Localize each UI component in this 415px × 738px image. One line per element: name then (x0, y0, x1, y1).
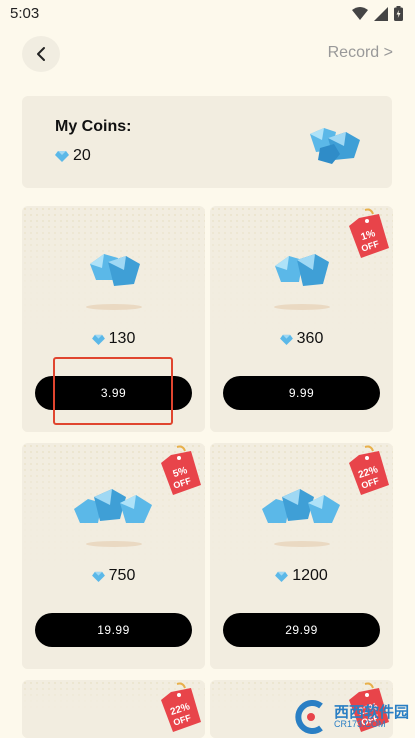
my-coins-title: My Coins: (55, 118, 132, 135)
pack-amount: 360 (210, 330, 393, 348)
discount-tag-icon: 5% OFF (161, 445, 201, 495)
my-coins-value: 20 (73, 147, 91, 164)
my-coins-card: My Coins: 20 (22, 96, 392, 188)
buy-button-price[interactable]: 29.99 (223, 613, 380, 647)
discount-tag-icon: 22% OFF (349, 445, 389, 495)
watermark-logo-icon (295, 700, 323, 734)
gem-pile-icon (274, 254, 329, 286)
pack-amount-value: 130 (108, 330, 136, 347)
signal-icon (374, 6, 388, 21)
discount-tag-icon: 1% OFF (349, 208, 389, 258)
coin-pack-card[interactable]: 360 9.99 1% OFF (210, 206, 393, 432)
buy-button-price[interactable]: 19.99 (35, 613, 192, 647)
battery-icon (394, 6, 403, 21)
pack-amount-value: 1200 (292, 567, 328, 584)
watermark: 西西软件园 CR173.COM (291, 700, 409, 734)
coin-pack-card[interactable]: 22% OFF (22, 680, 205, 738)
buy-button-price[interactable]: 9.99 (223, 376, 380, 410)
gem-icon (279, 334, 293, 345)
chevron-left-icon (37, 47, 45, 61)
gem-pile-icon (89, 254, 140, 286)
coin-pack-card[interactable]: 1200 29.99 22% OFF (210, 443, 393, 669)
watermark-domain: CR173.COM (333, 719, 386, 729)
gem-icon (91, 571, 105, 582)
highlight-annotation (53, 357, 173, 425)
pack-amount: 130 (22, 330, 205, 348)
status-bar: 5:03 (0, 0, 415, 30)
back-button[interactable] (22, 36, 60, 72)
gem-pile-icon (73, 489, 152, 523)
wifi-icon (352, 6, 368, 20)
pack-amount: 750 (22, 567, 205, 585)
my-coins-balance: 20 (55, 147, 91, 165)
record-link[interactable]: Record > (328, 44, 393, 62)
status-time: 5:03 (10, 5, 40, 22)
coin-pack-card[interactable]: 750 19.99 5% OFF (22, 443, 205, 669)
gem-icon (275, 571, 289, 582)
gem-icon (91, 334, 105, 345)
gem-pile-icon (261, 489, 340, 523)
pack-amount-value: 750 (108, 567, 136, 584)
pack-amount: 1200 (210, 567, 393, 585)
watermark-brand: 西西软件园 (333, 704, 409, 721)
gem-pile-icon (310, 128, 360, 164)
pack-amount-value: 360 (296, 330, 324, 347)
status-icons (352, 6, 403, 21)
gem-icon (55, 151, 69, 162)
discount-tag-icon: 22% OFF (161, 682, 201, 732)
